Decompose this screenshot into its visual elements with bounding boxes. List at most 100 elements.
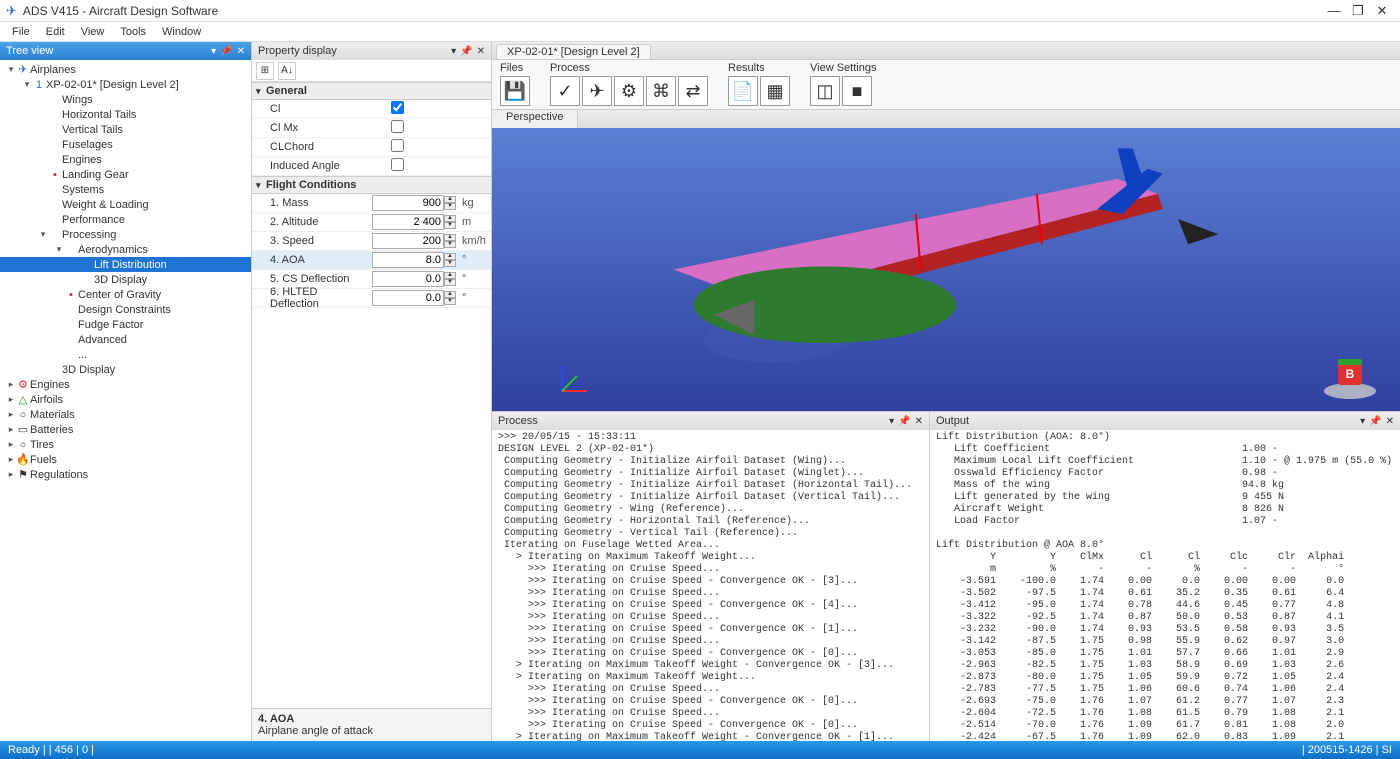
property-row[interactable]: Cl bbox=[252, 100, 491, 119]
spin-down-icon[interactable]: ▼ bbox=[444, 298, 456, 305]
tree-twisty-icon[interactable]: ▾ bbox=[54, 244, 64, 255]
spin-up-icon[interactable]: ▲ bbox=[444, 215, 456, 222]
tree-item[interactable]: ▸△Airfoils bbox=[0, 392, 251, 407]
spin-down-icon[interactable]: ▼ bbox=[444, 260, 456, 267]
property-row[interactable]: 1. Mass▲▼kg bbox=[252, 194, 491, 213]
tree-twisty-icon[interactable]: ▾ bbox=[6, 64, 16, 75]
property-row[interactable]: 3. Speed▲▼km/h bbox=[252, 232, 491, 251]
tree-item[interactable]: Lift Distribution bbox=[0, 257, 251, 272]
process-log[interactable]: >>> 20/05/15 - 15:33:11 DESIGN LEVEL 2 (… bbox=[492, 430, 929, 741]
property-input[interactable] bbox=[372, 252, 444, 268]
close-button[interactable]: ✕ bbox=[1370, 3, 1394, 19]
tree-item[interactable]: ▾Aerodynamics bbox=[0, 242, 251, 257]
panel-pin-icon[interactable]: 📌 bbox=[460, 46, 472, 57]
panel-close-icon[interactable]: ✕ bbox=[1386, 416, 1394, 427]
tree-twisty-icon[interactable]: ▸ bbox=[6, 439, 16, 450]
tree-item[interactable]: Fuselages bbox=[0, 137, 251, 152]
tree-item[interactable]: ▾1XP-02-01* [Design Level 2] bbox=[0, 77, 251, 92]
tree-twisty-icon[interactable]: ▸ bbox=[6, 394, 16, 405]
airplane-icon[interactable]: ✈ bbox=[582, 76, 612, 106]
frame-icon[interactable]: ◫ bbox=[810, 76, 840, 106]
tree-twisty-icon[interactable]: ▾ bbox=[22, 79, 32, 90]
tree-item[interactable]: Systems bbox=[0, 182, 251, 197]
tree-item[interactable]: Vertical Tails bbox=[0, 122, 251, 137]
spin-up-icon[interactable]: ▲ bbox=[444, 234, 456, 241]
property-checkbox[interactable] bbox=[391, 101, 404, 114]
compass-icon[interactable]: B bbox=[1320, 351, 1380, 401]
spin-up-icon[interactable]: ▲ bbox=[444, 196, 456, 203]
spin-down-icon[interactable]: ▼ bbox=[444, 279, 456, 286]
tree-item[interactable]: ▸🔥Fuels bbox=[0, 452, 251, 467]
tree-item[interactable]: Wings bbox=[0, 92, 251, 107]
save-icon[interactable]: 💾 bbox=[500, 76, 530, 106]
panel-close-icon[interactable]: ✕ bbox=[477, 46, 485, 57]
check-icon[interactable]: ✓ bbox=[550, 76, 580, 106]
tree-item[interactable]: ▾✈Airplanes bbox=[0, 62, 251, 77]
report-icon[interactable]: 📄 bbox=[728, 76, 758, 106]
menu-file[interactable]: File bbox=[4, 26, 38, 38]
property-checkbox[interactable] bbox=[391, 139, 404, 152]
tree-item[interactable]: Fudge Factor bbox=[0, 317, 251, 332]
tree-twisty-icon[interactable]: ▾ bbox=[38, 229, 48, 240]
panel-dropdown-icon[interactable]: ▾ bbox=[889, 416, 894, 427]
tree-item[interactable]: Horizontal Tails bbox=[0, 107, 251, 122]
tree-item[interactable]: 3D Display bbox=[0, 272, 251, 287]
menu-view[interactable]: View bbox=[73, 26, 113, 38]
panel-pin-icon[interactable]: 📌 bbox=[220, 46, 232, 57]
maximize-button[interactable]: ❐ bbox=[1346, 3, 1370, 19]
spin-up-icon[interactable]: ▲ bbox=[444, 253, 456, 260]
property-input[interactable] bbox=[372, 271, 444, 287]
tree-item[interactable]: ▪Center of Gravity bbox=[0, 287, 251, 302]
categorize-icon[interactable]: ⊞ bbox=[256, 62, 274, 80]
exchange-icon[interactable]: ⇄ bbox=[678, 76, 708, 106]
tree-item[interactable]: ▾Processing bbox=[0, 227, 251, 242]
mesh-icon[interactable]: ⌘ bbox=[646, 76, 676, 106]
property-row[interactable]: Induced Angle bbox=[252, 157, 491, 176]
tree-twisty-icon[interactable]: ▸ bbox=[6, 424, 16, 435]
spin-up-icon[interactable]: ▲ bbox=[444, 272, 456, 279]
panel-close-icon[interactable]: ✕ bbox=[915, 416, 923, 427]
minimize-button[interactable]: — bbox=[1322, 3, 1346, 18]
sort-icon[interactable]: A↓ bbox=[278, 62, 296, 80]
tree-item[interactable]: Engines bbox=[0, 152, 251, 167]
panel-dropdown-icon[interactable]: ▾ bbox=[211, 46, 216, 57]
solid-icon[interactable]: ■ bbox=[842, 76, 872, 106]
spin-down-icon[interactable]: ▼ bbox=[444, 241, 456, 248]
property-row[interactable]: 6. HLTED Deflection▲▼° bbox=[252, 289, 491, 308]
tree-item[interactable]: ▸⚙Engines bbox=[0, 377, 251, 392]
3d-viewport[interactable]: B bbox=[492, 128, 1400, 411]
tree-view[interactable]: ▾✈Airplanes▾1XP-02-01* [Design Level 2]W… bbox=[0, 60, 251, 741]
panel-pin-icon[interactable]: 📌 bbox=[898, 416, 910, 427]
panel-close-icon[interactable]: ✕ bbox=[237, 46, 245, 57]
gear-icon[interactable]: ⚙ bbox=[614, 76, 644, 106]
property-input[interactable] bbox=[372, 214, 444, 230]
output-log[interactable]: Lift Distribution (AOA: 8.0°) Lift Coeff… bbox=[930, 430, 1400, 741]
tree-item[interactable]: ▸⚑Regulations bbox=[0, 467, 251, 482]
property-row[interactable]: Cl Mx bbox=[252, 119, 491, 138]
menu-tools[interactable]: Tools bbox=[112, 26, 154, 38]
panel-dropdown-icon[interactable]: ▾ bbox=[451, 46, 456, 57]
tree-item[interactable]: 3D Display bbox=[0, 362, 251, 377]
property-row[interactable]: CLChord bbox=[252, 138, 491, 157]
property-row[interactable]: 2. Altitude▲▼m bbox=[252, 213, 491, 232]
tree-item[interactable]: Design Constraints bbox=[0, 302, 251, 317]
property-input[interactable] bbox=[372, 195, 444, 211]
tree-item[interactable]: ▸○Tires bbox=[0, 437, 251, 452]
tree-item[interactable]: Advanced bbox=[0, 332, 251, 347]
tree-item[interactable]: Performance bbox=[0, 212, 251, 227]
tree-item[interactable]: ... bbox=[0, 347, 251, 362]
tree-item[interactable]: ▸▭Batteries bbox=[0, 422, 251, 437]
menu-window[interactable]: Window bbox=[154, 26, 209, 38]
tree-twisty-icon[interactable]: ▸ bbox=[6, 379, 16, 390]
property-group[interactable]: ▾Flight Conditions bbox=[252, 176, 491, 194]
tree-item[interactable]: ▪Landing Gear bbox=[0, 167, 251, 182]
property-input[interactable] bbox=[372, 290, 444, 306]
tree-item[interactable]: Weight & Loading bbox=[0, 197, 251, 212]
spin-down-icon[interactable]: ▼ bbox=[444, 203, 456, 210]
tree-twisty-icon[interactable]: ▸ bbox=[6, 409, 16, 420]
document-tab[interactable]: XP-02-01* [Design Level 2] bbox=[496, 44, 651, 59]
tree-twisty-icon[interactable]: ▸ bbox=[6, 454, 16, 465]
grid-icon[interactable]: ▦ bbox=[760, 76, 790, 106]
property-checkbox[interactable] bbox=[391, 158, 404, 171]
panel-dropdown-icon[interactable]: ▾ bbox=[1360, 416, 1365, 427]
